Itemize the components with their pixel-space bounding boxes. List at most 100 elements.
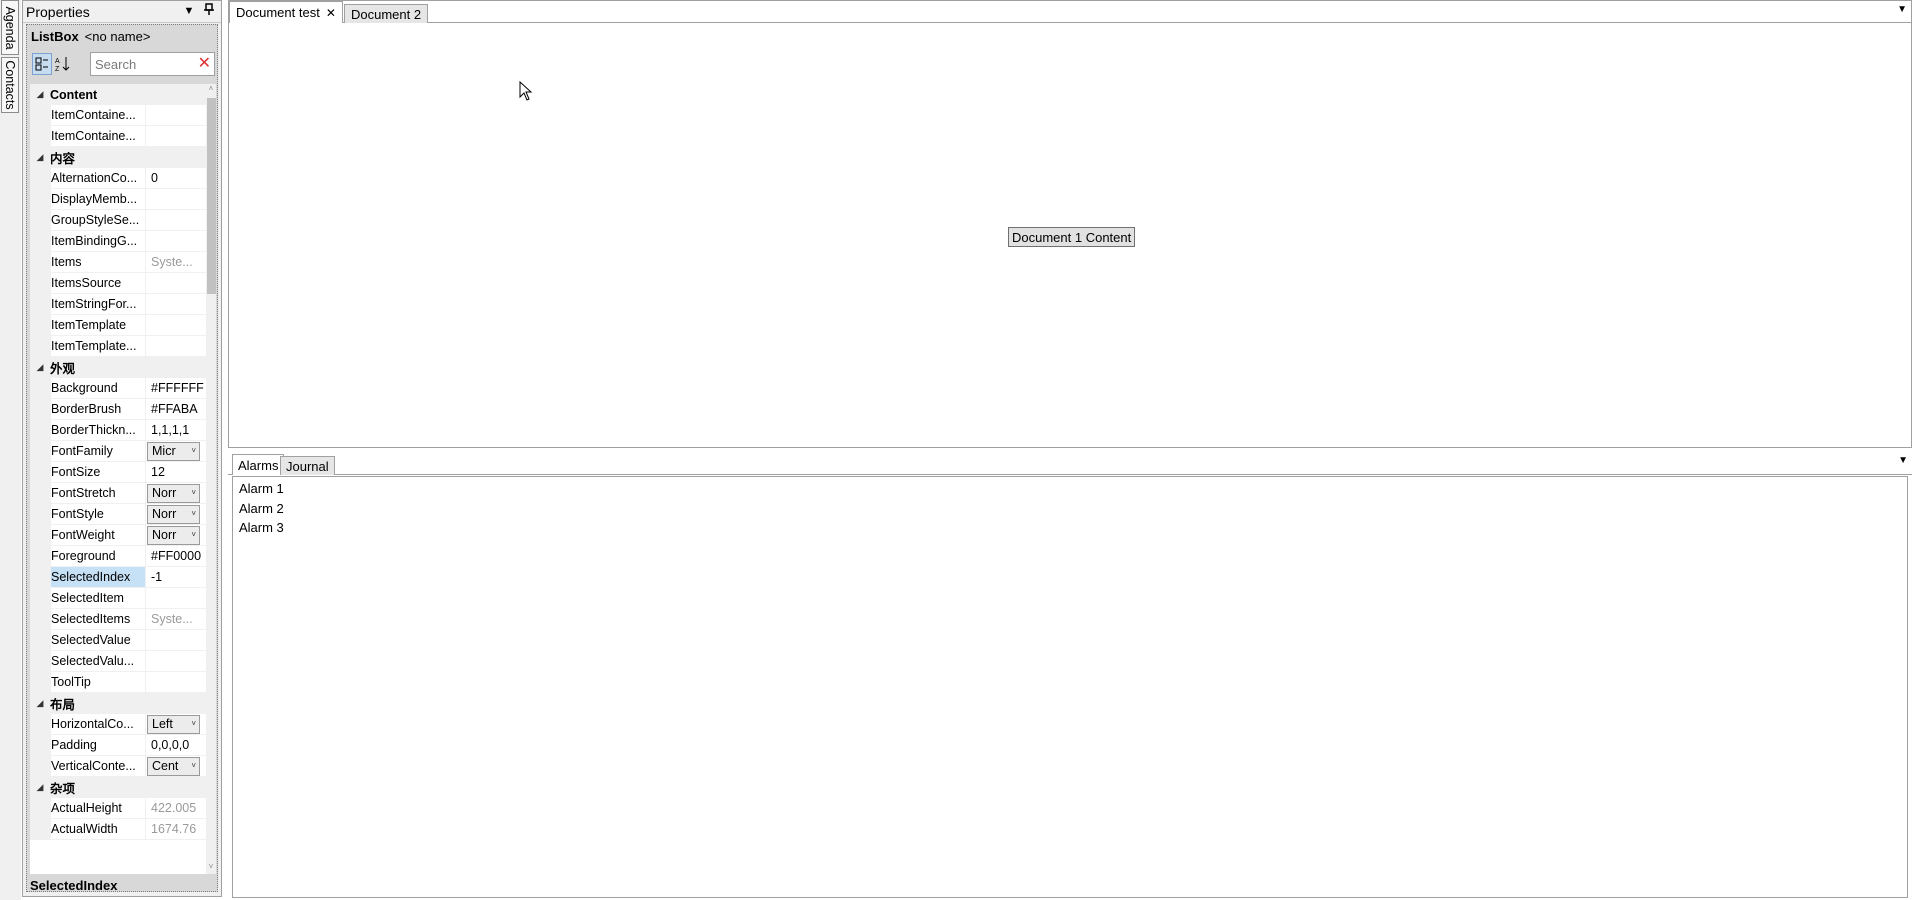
property-value[interactable]	[146, 231, 206, 251]
dropdown-icon[interactable]: ▼	[181, 3, 197, 19]
property-row[interactable]: BorderThickn... 1,1,1,1	[30, 420, 206, 441]
property-value[interactable]: 422.005	[146, 798, 206, 818]
category-header[interactable]: ◢ 杂项	[30, 777, 206, 798]
property-name[interactable]: ActualHeight	[30, 798, 146, 818]
alarm-list[interactable]: Alarm 1 Alarm 2 Alarm 3	[232, 476, 1908, 898]
property-name[interactable]: FontStyle	[30, 504, 146, 524]
property-row[interactable]: VerticalConte... Cent ˅	[30, 756, 206, 777]
search-box[interactable]: ✕	[90, 52, 215, 76]
property-value[interactable]	[146, 336, 206, 356]
collapse-triangle-icon[interactable]: ◢	[30, 89, 50, 100]
tab-document-2[interactable]: Document 2	[344, 4, 429, 23]
list-item[interactable]: Alarm 3	[239, 518, 1901, 538]
property-value[interactable]	[146, 189, 206, 209]
property-value[interactable]	[146, 588, 206, 608]
property-name[interactable]: BorderBrush	[30, 399, 146, 419]
property-name[interactable]: Padding	[30, 735, 146, 755]
property-value[interactable]: #FFABA	[146, 399, 206, 419]
property-row[interactable]: SelectedItems Syste...	[30, 609, 206, 630]
category-header[interactable]: ◢ 布局	[30, 693, 206, 714]
property-row[interactable]: Background #FFFFFF	[30, 378, 206, 399]
property-value[interactable]	[146, 126, 206, 146]
property-name[interactable]: Foreground	[30, 546, 146, 566]
property-row[interactable]: FontSize 12	[30, 462, 206, 483]
property-row[interactable]: ActualHeight 422.005	[30, 798, 206, 819]
tab-journal[interactable]: Journal	[280, 456, 335, 475]
collapse-triangle-icon[interactable]: ◢	[30, 152, 50, 163]
property-row[interactable]: ItemContaine...	[30, 105, 206, 126]
property-row[interactable]: ItemsSource	[30, 273, 206, 294]
property-name[interactable]: ItemsSource	[30, 273, 146, 293]
property-value[interactable]: -1	[146, 567, 206, 587]
property-value[interactable]: 12	[146, 462, 206, 482]
property-row[interactable]: HorizontalCo... Left ˅	[30, 714, 206, 735]
property-name[interactable]: FontSize	[30, 462, 146, 482]
property-value[interactable]: Norr ˅	[146, 525, 206, 545]
tab-document-test[interactable]: Document test ✕	[229, 1, 343, 23]
property-name[interactable]: VerticalConte...	[30, 756, 146, 776]
property-name[interactable]: DisplayMemb...	[30, 189, 146, 209]
property-name[interactable]: ItemContaine...	[30, 105, 146, 125]
property-row[interactable]: ItemContaine...	[30, 126, 206, 147]
property-value[interactable]: 1,1,1,1	[146, 420, 206, 440]
pane-menu-icon[interactable]: ▼	[1897, 4, 1907, 15]
property-name[interactable]: ToolTip	[30, 672, 146, 692]
property-name[interactable]: Items	[30, 252, 146, 272]
property-name[interactable]: HorizontalCo...	[30, 714, 146, 734]
side-tab-agenda[interactable]: Agenda	[1, 0, 19, 55]
property-name[interactable]: ItemTemplate	[30, 315, 146, 335]
property-row[interactable]: ItemTemplate...	[30, 336, 206, 357]
property-value[interactable]: Syste...	[146, 252, 206, 272]
property-value[interactable]	[146, 315, 206, 335]
property-row[interactable]: ActualWidth 1674.76	[30, 819, 206, 840]
property-name[interactable]: Background	[30, 378, 146, 398]
chevron-down-icon[interactable]: ˅	[191, 488, 196, 497]
pane-menu-icon[interactable]: ▼	[1898, 455, 1908, 466]
property-row[interactable]: AlternationCo... 0	[30, 168, 206, 189]
property-combo[interactable]: Norr ˅	[147, 483, 200, 503]
property-row[interactable]: ToolTip	[30, 672, 206, 693]
scroll-down-icon[interactable]: ˅	[206, 862, 216, 874]
property-row[interactable]: FontStretch Norr ˅	[30, 483, 206, 504]
property-combo[interactable]: Norr ˅	[147, 504, 200, 524]
property-row[interactable]: SelectedItem	[30, 588, 206, 609]
property-value[interactable]	[146, 651, 206, 671]
property-value[interactable]: Cent ˅	[146, 756, 206, 776]
category-header[interactable]: ◢ 外观	[30, 357, 206, 378]
property-row[interactable]: Padding 0,0,0,0	[30, 735, 206, 756]
property-row[interactable]: SelectedIndex -1	[30, 567, 206, 588]
category-header[interactable]: ◢ 内容	[30, 147, 206, 168]
property-combo[interactable]: Left ˅	[147, 714, 200, 734]
property-row[interactable]: FontFamily Micr ˅	[30, 441, 206, 462]
property-name[interactable]: FontWeight	[30, 525, 146, 545]
property-name[interactable]: ItemTemplate...	[30, 336, 146, 356]
property-name[interactable]: GroupStyleSe...	[30, 210, 146, 230]
chevron-down-icon[interactable]: ˅	[191, 509, 196, 518]
list-item[interactable]: Alarm 1	[239, 479, 1901, 499]
property-combo[interactable]: Cent ˅	[147, 756, 200, 776]
collapse-triangle-icon[interactable]: ◢	[30, 698, 50, 709]
side-tab-contacts[interactable]: Contacts	[1, 57, 19, 113]
property-value[interactable]: Micr ˅	[146, 441, 206, 461]
property-combo[interactable]: Micr ˅	[147, 441, 200, 461]
property-row[interactable]: SelectedValue	[30, 630, 206, 651]
property-name[interactable]: SelectedItems	[30, 609, 146, 629]
list-item[interactable]: Alarm 2	[239, 499, 1901, 519]
chevron-down-icon[interactable]: ˅	[191, 761, 196, 770]
pin-icon[interactable]	[201, 3, 217, 19]
chevron-down-icon[interactable]: ˅	[191, 446, 196, 455]
property-name[interactable]: SelectedIndex	[30, 567, 146, 587]
property-value[interactable]: #FFFFFF	[146, 378, 206, 398]
property-value[interactable]: #FF0000	[146, 546, 206, 566]
property-value[interactable]	[146, 105, 206, 125]
property-name[interactable]: SelectedValu...	[30, 651, 146, 671]
scrollbar-thumb[interactable]	[207, 98, 216, 294]
scroll-up-icon[interactable]: ˄	[206, 84, 216, 96]
property-value[interactable]: Syste...	[146, 609, 206, 629]
property-row[interactable]: SelectedValu...	[30, 651, 206, 672]
property-value[interactable]: Norr ˅	[146, 483, 206, 503]
property-row[interactable]: Items Syste...	[30, 252, 206, 273]
clear-search-icon[interactable]: ✕	[198, 55, 211, 73]
tab-alarms[interactable]: Alarms	[232, 454, 285, 475]
property-name[interactable]: ItemContaine...	[30, 126, 146, 146]
